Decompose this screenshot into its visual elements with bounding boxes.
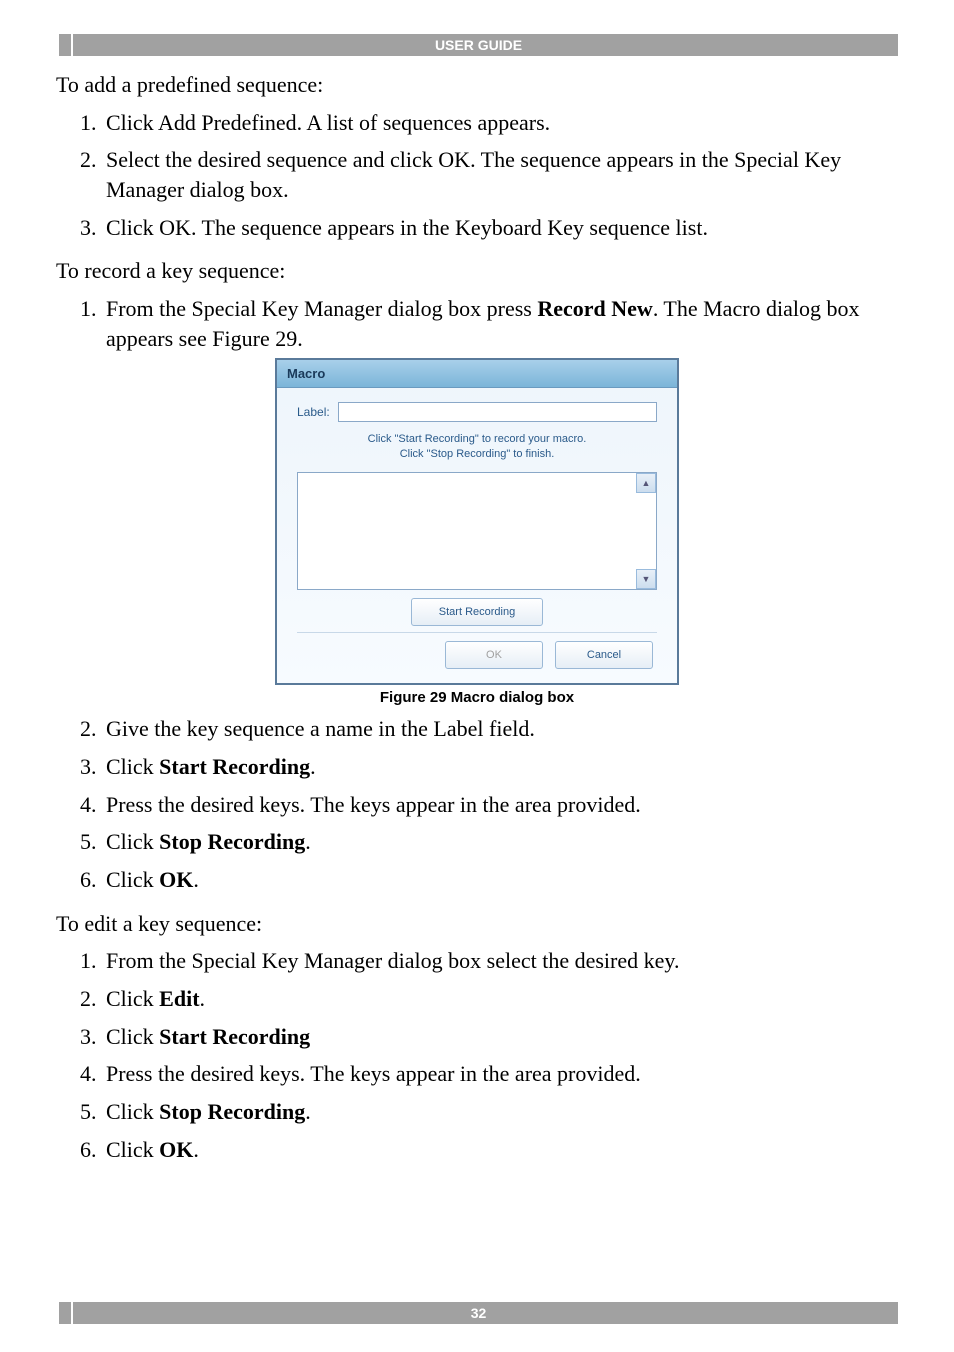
text-bold: OK xyxy=(159,867,193,892)
ordered-list-add-predefined: Click Add Predefined. A list of sequence… xyxy=(56,108,898,243)
list-item: Click OK. The sequence appears in the Ke… xyxy=(102,213,898,243)
text-bold: Stop Recording xyxy=(159,1099,305,1124)
text: Click xyxy=(106,829,159,854)
text: Click xyxy=(106,1137,159,1162)
text: . xyxy=(305,1099,311,1124)
paragraph: To record a key sequence: xyxy=(56,256,898,286)
page-footer: 32 xyxy=(56,1302,898,1324)
macro-textarea[interactable] xyxy=(297,472,657,590)
text-bold: OK xyxy=(159,1137,193,1162)
macro-textarea-wrap: ▲ ▼ xyxy=(297,472,657,590)
start-recording-button[interactable]: Start Recording xyxy=(411,598,543,626)
text-bold: Stop Recording xyxy=(159,829,305,854)
text: Click xyxy=(106,867,159,892)
text: . xyxy=(193,1137,199,1162)
label-input[interactable] xyxy=(338,402,657,422)
hint-line: Click "Start Recording" to record your m… xyxy=(368,433,587,445)
figure-caption: Figure 29 Macro dialog box xyxy=(56,689,898,706)
figure: Macro Label: Click "Start Recording" to … xyxy=(56,358,898,707)
label-text: Label: xyxy=(297,405,330,419)
list-item: Press the desired keys. The keys appear … xyxy=(102,1059,898,1089)
list-item: Click OK. xyxy=(102,865,898,895)
list-item: Press the desired keys. The keys appear … xyxy=(102,790,898,820)
label-row: Label: xyxy=(297,402,657,422)
ordered-list-record: From the Special Key Manager dialog box … xyxy=(56,294,898,353)
hint-line: Click "Stop Recording" to finish. xyxy=(400,448,555,460)
list-item: Give the key sequence a name in the Labe… xyxy=(102,714,898,744)
paragraph: To edit a key sequence: xyxy=(56,909,898,939)
dialog-titlebar: Macro xyxy=(277,360,677,388)
cancel-button[interactable]: Cancel xyxy=(555,641,653,669)
list-item: Click Stop Recording. xyxy=(102,1097,898,1127)
list-item: From the Special Key Manager dialog box … xyxy=(102,294,898,353)
button-row: Start Recording xyxy=(297,598,657,626)
text: From the Special Key Manager dialog box … xyxy=(106,296,537,321)
ordered-list-record-cont: Give the key sequence a name in the Labe… xyxy=(56,714,898,894)
text: Click xyxy=(106,986,159,1011)
list-item: Click Add Predefined. A list of sequence… xyxy=(102,108,898,138)
scroll-up-icon[interactable]: ▲ xyxy=(636,473,656,493)
list-item: Click Start Recording xyxy=(102,1022,898,1052)
button-row-bottom: OK Cancel xyxy=(297,632,657,679)
dialog-hint: Click "Start Recording" to record your m… xyxy=(297,432,657,463)
text-bold: Start Recording xyxy=(159,754,310,779)
text: Click xyxy=(106,1024,159,1049)
ok-button[interactable]: OK xyxy=(445,641,543,669)
text-bold: Edit xyxy=(159,986,199,1011)
list-item: Click OK. xyxy=(102,1135,898,1165)
text: . xyxy=(193,867,199,892)
list-item: Click Stop Recording. xyxy=(102,827,898,857)
page-header: USER GUIDE xyxy=(56,34,898,56)
header-title: USER GUIDE xyxy=(435,37,522,53)
paragraph: To add a predefined sequence: xyxy=(56,70,898,100)
text: . xyxy=(310,754,316,779)
text: Click xyxy=(106,754,159,779)
text: . xyxy=(305,829,311,854)
scroll-down-icon[interactable]: ▼ xyxy=(636,569,656,589)
page-number: 32 xyxy=(471,1305,487,1321)
text-bold: Record New xyxy=(537,296,652,321)
text-bold: Start Recording xyxy=(159,1024,310,1049)
list-item: Click Edit. xyxy=(102,984,898,1014)
text: . xyxy=(200,986,206,1011)
dialog-body: Label: Click "Start Recording" to record… xyxy=(277,388,677,684)
list-item: From the Special Key Manager dialog box … xyxy=(102,946,898,976)
text: Click xyxy=(106,1099,159,1124)
ordered-list-edit: From the Special Key Manager dialog box … xyxy=(56,946,898,1164)
macro-dialog: Macro Label: Click "Start Recording" to … xyxy=(275,358,679,686)
list-item: Select the desired sequence and click OK… xyxy=(102,145,898,204)
list-item: Click Start Recording. xyxy=(102,752,898,782)
